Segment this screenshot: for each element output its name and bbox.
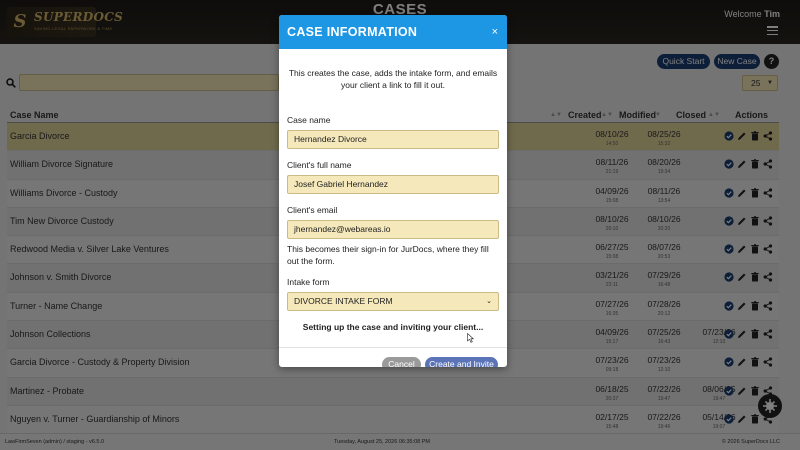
close-icon[interactable]: × [492,26,498,38]
client-name-input[interactable]: Josef Gabriel Hernandez [287,175,499,194]
case-information-modal: CASE INFORMATION × This creates the case… [279,15,507,367]
cursor-icon [467,333,474,343]
client-name-label: Client's full name [287,160,352,170]
modal-footer-divider [279,347,507,348]
case-name-input[interactable]: Hernandez Divorce [287,130,499,149]
modal-header: CASE INFORMATION × [279,15,507,49]
modal-title: CASE INFORMATION [287,25,418,39]
modal-intro-text: This creates the case, adds the intake f… [288,68,498,90]
cancel-button[interactable]: Cancel [382,357,421,367]
case-name-label: Case name [287,115,331,125]
create-and-invite-button[interactable]: Create and Invite [425,357,498,367]
chevron-down-icon: ⌄ [486,298,492,305]
client-email-label: Client's email [287,205,338,215]
intake-form-label: Intake form [287,277,330,287]
client-email-input[interactable]: jhernandez@webareas.io [287,220,499,239]
intake-form-select[interactable]: DIVORCE INTAKE FORM ⌄ [287,292,499,311]
status-message: Setting up the case and inviting your cl… [302,322,484,332]
intake-form-value: DIVORCE INTAKE FORM [294,296,393,306]
email-help-text: This becomes their sign-in for JurDocs, … [287,244,489,266]
